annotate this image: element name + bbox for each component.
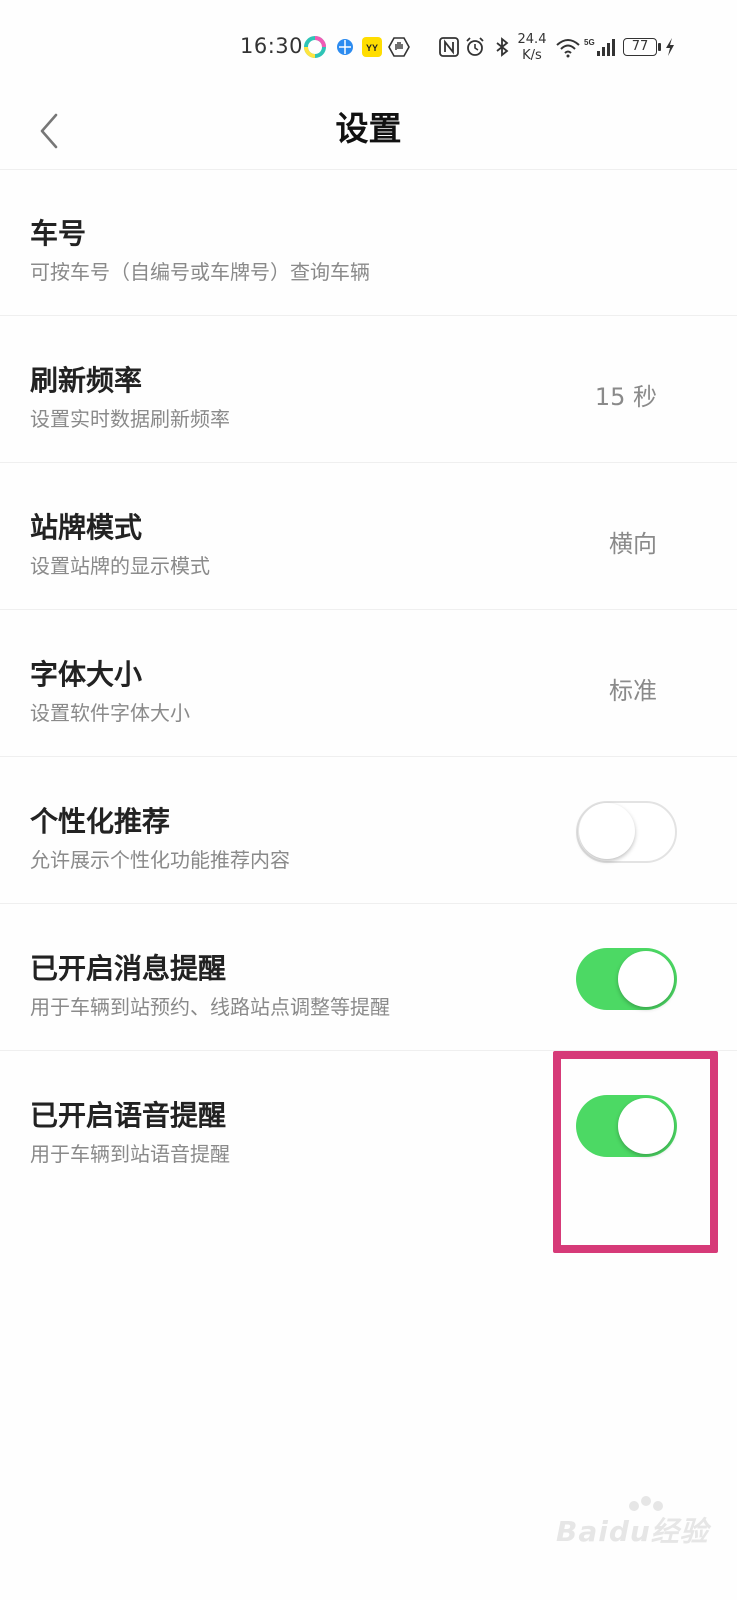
- setting-title: 字体大小: [30, 658, 143, 691]
- setting-title: 站牌模式: [30, 511, 143, 544]
- setting-row-stop-sign-mode[interactable]: 站牌模式 设置站牌的显示模式 横向: [0, 464, 737, 610]
- setting-desc: 允许展示个性化功能推荐内容: [30, 848, 290, 872]
- network-speed: 24.4 K/s: [517, 32, 547, 63]
- network-type-label: 5G: [584, 38, 595, 47]
- setting-title: 个性化推荐: [30, 805, 171, 838]
- app-notification-icon: [304, 36, 326, 58]
- setting-desc: 设置站牌的显示模式: [30, 554, 210, 578]
- setting-row-font-size[interactable]: 字体大小 设置软件字体大小 标准: [0, 611, 737, 757]
- toggle-knob: [618, 951, 674, 1007]
- header: 设置: [0, 95, 737, 170]
- bluetooth-icon: [496, 37, 509, 57]
- alarm-icon: [466, 37, 484, 56]
- setting-row-vehicle-number[interactable]: 车号 可按车号（自编号或车牌号）查询车辆: [0, 170, 737, 316]
- signal-icon: 5G: [584, 38, 615, 56]
- page-title: 设置: [335, 109, 402, 148]
- toggle-knob: [579, 803, 635, 859]
- setting-desc: 可按车号（自编号或车牌号）查询车辆: [30, 260, 370, 284]
- battery-icon: 77: [623, 38, 657, 56]
- hand-icon: [388, 37, 410, 57]
- browser-notification-icon: [337, 39, 353, 55]
- nfc-icon: [439, 37, 459, 57]
- yy-app-icon: YY: [362, 37, 382, 57]
- setting-desc: 用于车辆到站预约、线路站点调整等提醒: [30, 995, 390, 1019]
- setting-title: 车号: [30, 217, 87, 250]
- setting-title: 刷新频率: [30, 364, 143, 397]
- highlight-annotation-box: [553, 1051, 718, 1253]
- setting-value: 横向: [609, 530, 657, 558]
- status-bar: 16:30 YY 24.4 K/s 5G 77: [0, 0, 737, 100]
- battery-cap: [658, 43, 661, 51]
- setting-value: 15 秒: [594, 383, 657, 411]
- setting-row-personalized-recommendation: 个性化推荐 允许展示个性化功能推荐内容: [0, 758, 737, 904]
- message-reminder-toggle[interactable]: [576, 948, 677, 1010]
- charging-icon: [666, 38, 674, 56]
- setting-row-message-reminder: 已开启消息提醒 用于车辆到站预约、线路站点调整等提醒: [0, 905, 737, 1051]
- status-time: 16:30: [240, 34, 304, 58]
- personalized-recommendation-toggle[interactable]: [576, 801, 677, 863]
- setting-value: 标准: [609, 677, 657, 705]
- setting-title: 已开启消息提醒: [30, 952, 227, 985]
- setting-desc: 设置软件字体大小: [30, 701, 190, 725]
- setting-desc: 设置实时数据刷新频率: [30, 407, 230, 431]
- watermark-text: Baidu经验: [556, 1515, 709, 1548]
- svg-text:YY: YY: [366, 43, 378, 53]
- setting-title: 已开启语音提醒: [30, 1099, 227, 1132]
- wifi-icon: [556, 39, 580, 58]
- setting-desc: 用于车辆到站语音提醒: [30, 1142, 230, 1166]
- setting-row-refresh-rate[interactable]: 刷新频率 设置实时数据刷新频率 15 秒: [0, 317, 737, 463]
- baidu-watermark-logo: Baidu经验: [556, 1492, 716, 1552]
